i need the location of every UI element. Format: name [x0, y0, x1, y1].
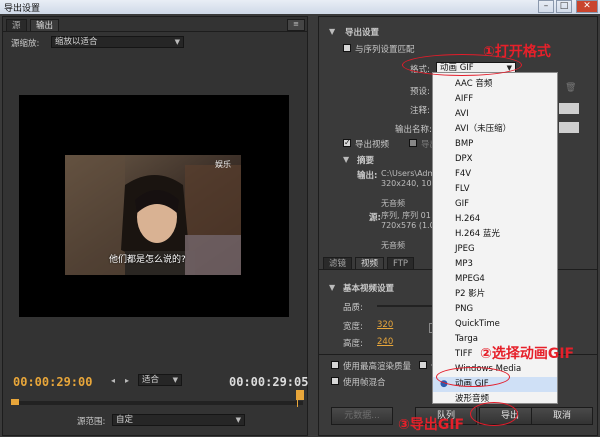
- end-timecode: 00:00:29:05: [229, 375, 309, 389]
- format-menu-item[interactable]: GIF: [433, 197, 557, 212]
- format-menu-item[interactable]: MP3: [433, 257, 557, 272]
- current-timecode[interactable]: 00:00:29:00: [13, 375, 92, 389]
- source-scale-value: 缩放以适合: [55, 37, 98, 47]
- expand-triangle-icon[interactable]: ▼: [329, 27, 335, 36]
- source-output-panel: 源 输出 ≡ 源缩放: 缩放以适合 ▼ 娱乐 他们都是怎么说的? 00:00:2…: [2, 16, 308, 436]
- source-range-select[interactable]: 自定 ▼: [112, 414, 245, 426]
- format-menu-item[interactable]: AIFF: [433, 92, 557, 107]
- width-value[interactable]: 320: [377, 320, 393, 330]
- output-name-field[interactable]: [559, 122, 579, 133]
- height-label: 高度:: [343, 339, 363, 349]
- comment-field[interactable]: [559, 103, 579, 114]
- video-subtitle: 他们都是怎么说的?: [109, 255, 186, 265]
- annotation-step2: ②选择动画GIF: [480, 346, 575, 362]
- annotation-ellipse-gif: [436, 367, 510, 387]
- frame-blend-checkbox[interactable]: [331, 377, 339, 385]
- timeline-track[interactable]: [11, 401, 303, 405]
- close-button[interactable]: ✕: [576, 0, 598, 13]
- quality-label: 品质:: [343, 303, 363, 313]
- window-title: 导出设置: [4, 4, 41, 14]
- annotation-step3: ③导出GIF: [398, 417, 465, 433]
- chevron-down-icon: ▼: [174, 38, 180, 46]
- format-menu-item[interactable]: AVI（未压缩）: [433, 122, 557, 137]
- metadata-button[interactable]: 元数据...: [331, 407, 393, 425]
- expand-triangle-icon[interactable]: ▼: [329, 283, 335, 292]
- tab-filters[interactable]: 滤镜: [323, 257, 353, 269]
- format-menu-item[interactable]: BMP: [433, 137, 557, 152]
- width-label: 宽度:: [343, 322, 363, 332]
- frame-blend-label: 使用帧混合: [343, 378, 386, 388]
- maximize-button[interactable]: □: [556, 0, 572, 13]
- format-menu-item[interactable]: F4V: [433, 167, 557, 182]
- video-preview: 娱乐 他们都是怎么说的?: [19, 95, 289, 317]
- trash-icon[interactable]: 🗑: [565, 83, 576, 93]
- output-summary-label: 输出:: [357, 171, 378, 181]
- format-menu-item[interactable]: JPEG: [433, 242, 557, 257]
- tab-video[interactable]: 视频: [355, 257, 385, 269]
- tab-output[interactable]: 输出: [30, 19, 60, 31]
- source-scale-select[interactable]: 缩放以适合 ▼: [51, 36, 184, 48]
- format-menu-item[interactable]: P2 影片: [433, 287, 557, 302]
- video-frame: 娱乐 他们都是怎么说的?: [65, 155, 241, 275]
- expand-triangle-icon[interactable]: ▼: [343, 155, 349, 164]
- preset-label: 预设:: [410, 87, 430, 97]
- format-menu-item[interactable]: DPX: [433, 152, 557, 167]
- channel-logo: 娱乐: [215, 160, 231, 169]
- format-menu-item[interactable]: H.264: [433, 212, 557, 227]
- output-name-label: 输出名称:: [395, 125, 432, 135]
- chevron-down-icon: ▼: [235, 416, 241, 424]
- match-sequence-label: 与序列设置匹配: [355, 45, 415, 55]
- cancel-button[interactable]: 取消: [531, 407, 593, 425]
- source-summary-label: 源:: [369, 213, 381, 223]
- basic-video-title: 基本视频设置: [343, 284, 395, 294]
- tab-ftp[interactable]: FTP: [387, 257, 415, 269]
- max-render-quality-label: 使用最高渲染质量: [343, 362, 412, 372]
- in-point-marker[interactable]: [11, 399, 19, 405]
- step-forward-icon[interactable]: ▸: [125, 376, 129, 385]
- tab-source[interactable]: 源: [6, 19, 27, 31]
- source-range-label: 源范围:: [77, 417, 106, 427]
- window-titlebar: 导出设置 – □ ✕: [0, 0, 600, 14]
- match-sequence-checkbox[interactable]: [343, 44, 351, 52]
- chevron-down-icon: ▼: [172, 376, 178, 384]
- format-menu-item[interactable]: AVI: [433, 107, 557, 122]
- annotation-ellipse-export: [470, 402, 518, 426]
- format-menu-item[interactable]: MPEG4: [433, 272, 557, 287]
- export-section-title: 导出设置: [345, 28, 380, 38]
- minimize-button[interactable]: –: [538, 0, 554, 13]
- step-back-icon[interactable]: ◂: [111, 376, 115, 385]
- playhead-line: [297, 395, 298, 407]
- panel-menu-icon[interactable]: ≡: [287, 19, 305, 31]
- comment-label: 注释:: [410, 106, 430, 116]
- export-video-checkbox[interactable]: [343, 138, 351, 147]
- max-render-quality-checkbox[interactable]: [331, 361, 339, 369]
- format-menu-item[interactable]: H.264 蓝光: [433, 227, 557, 242]
- format-menu-item[interactable]: QuickTime: [433, 317, 557, 332]
- source-range-value: 自定: [116, 415, 134, 425]
- format-menu-item[interactable]: PNG: [433, 302, 557, 317]
- divider: [3, 31, 307, 32]
- export-audio-checkbox[interactable]: [409, 139, 417, 147]
- quality-slider[interactable]: [377, 305, 437, 307]
- zoom-select[interactable]: 适合 ▼: [138, 374, 182, 386]
- format-menu-item[interactable]: FLV: [433, 182, 557, 197]
- use-preview-checkbox[interactable]: [419, 361, 427, 369]
- height-value[interactable]: 240: [377, 337, 393, 347]
- annotation-ellipse-format: [402, 54, 522, 76]
- zoom-value: 适合: [142, 375, 160, 385]
- format-menu-item[interactable]: AAC 音频: [433, 77, 557, 92]
- summary-title: 摘要: [357, 156, 375, 166]
- source-scale-label: 源缩放:: [11, 39, 40, 49]
- export-video-label: 导出视频: [355, 140, 390, 150]
